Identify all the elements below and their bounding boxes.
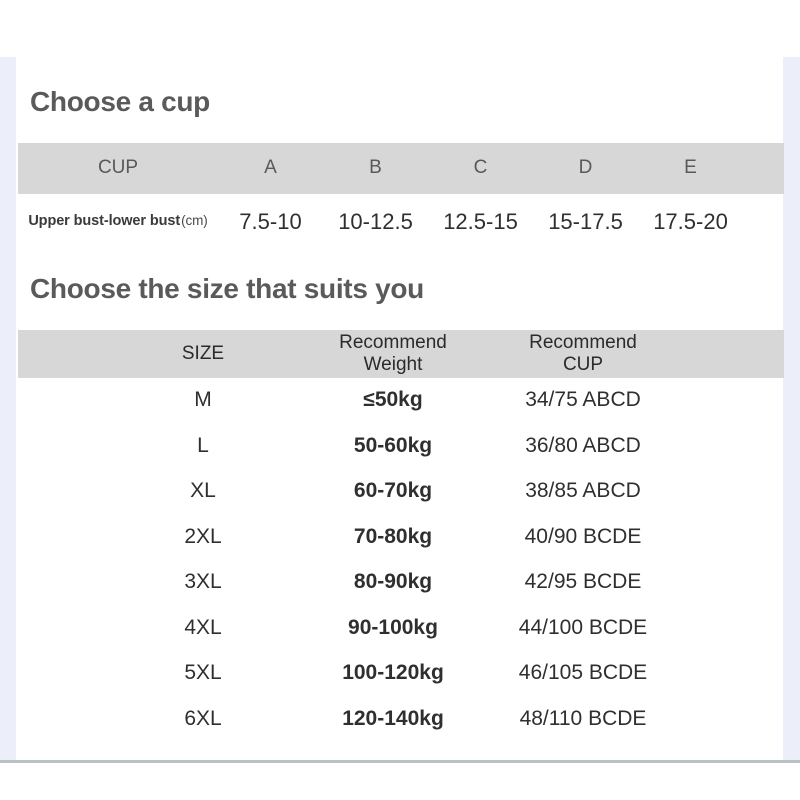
size-cell-size: XL — [190, 479, 216, 503]
size-header-cup-line1: Recommend — [529, 331, 637, 353]
cup-row-label-unit: (cm) — [181, 213, 208, 229]
size-cell-weight: 90-100kg — [348, 615, 438, 639]
size-cell-weight: 70-80kg — [353, 524, 433, 548]
table-row: M ≤50kg 34/75 ABCD — [18, 378, 784, 424]
cup-size-table: CUP A B C D E Upper bust-lower bust(cm) … — [18, 143, 784, 250]
table-row: 3XL 80-90kg 42/95 BCDE — [18, 560, 784, 606]
size-header-cup-line2: CUP — [562, 354, 604, 375]
table-row: 4XL 90-100kg 44/100 BCDE — [18, 606, 784, 652]
size-cell-size: 4XL — [184, 615, 222, 639]
size-header-weight-line1: Recommend — [339, 331, 447, 353]
size-cell-cup: 36/80 ABCD — [525, 433, 641, 457]
size-cell-weight: 100-120kg — [342, 661, 444, 685]
left-background-band — [0, 57, 16, 760]
cup-header-e: E — [684, 157, 697, 179]
cup-header-c: C — [473, 157, 488, 179]
cup-row-label: Upper bust-lower bust(cm) — [18, 194, 218, 250]
size-cell-weight: ≤50kg — [363, 388, 423, 412]
size-cell-size: M — [194, 388, 212, 412]
size-chart-page: Choose a cup CUP A B C D E Upper bust-lo… — [0, 0, 800, 800]
size-cell-cup: 40/90 BCDE — [524, 524, 642, 548]
cup-table-header-row: CUP A B C D E — [18, 143, 784, 194]
size-table-body: M ≤50kg 34/75 ABCD L 50-60kg 36/80 ABCD XL 60-7… — [18, 378, 784, 742]
table-row: 5XL 100-120kg 46/105 BCDE — [18, 651, 784, 697]
size-cell-size: L — [197, 433, 209, 457]
cup-table-row: Upper bust-lower bust(cm) 7.5-10 10-12.5… — [18, 194, 784, 250]
cup-value-b: 10-12.5 — [338, 209, 413, 235]
cup-value-c: 12.5-15 — [443, 209, 518, 235]
table-row: L 50-60kg 36/80 ABCD — [18, 424, 784, 470]
size-header-size: SIZE — [108, 330, 298, 378]
cup-value-a: 7.5-10 — [239, 209, 302, 235]
cup-header-cup: CUP — [97, 157, 139, 179]
size-table-header-row: SIZE Recommend Weight Recommend CUP — [18, 330, 784, 378]
size-cell-weight: 60-70kg — [353, 479, 433, 503]
cup-row-label-text: Upper bust-lower bust — [28, 213, 181, 230]
bottom-divider — [0, 760, 800, 763]
size-header-recommend-cup: Recommend CUP — [488, 330, 678, 378]
size-cell-weight: 50-60kg — [353, 433, 433, 457]
cup-header-b: B — [369, 157, 382, 179]
cup-section-title: Choose a cup — [30, 86, 210, 117]
size-cell-cup: 46/105 BCDE — [518, 661, 648, 685]
table-row: XL 60-70kg 38/85 ABCD — [18, 469, 784, 515]
size-cell-size: 2XL — [184, 524, 222, 548]
size-header-recommend-weight: Recommend Weight — [298, 330, 488, 378]
cup-value-e: 17.5-20 — [653, 209, 728, 235]
recommend-size-table: SIZE Recommend Weight Recommend CUP M ≤50… — [18, 330, 784, 742]
table-row: 6XL 120-140kg 48/110 BCDE — [18, 697, 784, 743]
size-cell-cup: 34/75 ABCD — [525, 388, 641, 412]
size-cell-size: 3XL — [184, 570, 222, 594]
size-cell-weight: 80-90kg — [353, 570, 433, 594]
size-header-weight-line2: Weight — [363, 354, 423, 375]
size-cell-size: 6XL — [184, 706, 222, 730]
size-cell-cup: 38/85 ABCD — [525, 479, 641, 503]
cup-header-a: A — [264, 157, 277, 179]
size-header-size-line1: SIZE — [181, 342, 225, 364]
size-section-title: Choose the size that suits you — [30, 273, 424, 304]
size-cell-cup: 42/95 BCDE — [524, 570, 642, 594]
cup-header-d: D — [578, 157, 593, 179]
right-background-band — [783, 57, 800, 760]
cup-value-d: 15-17.5 — [548, 209, 623, 235]
size-cell-cup: 48/110 BCDE — [519, 706, 647, 730]
size-cell-weight: 120-140kg — [342, 706, 444, 730]
size-cell-size: 5XL — [184, 661, 222, 685]
table-row: 2XL 70-80kg 40/90 BCDE — [18, 515, 784, 561]
size-cell-cup: 44/100 BCDE — [518, 615, 648, 639]
content-sheet: Choose a cup CUP A B C D E Upper bust-lo… — [16, 57, 784, 760]
